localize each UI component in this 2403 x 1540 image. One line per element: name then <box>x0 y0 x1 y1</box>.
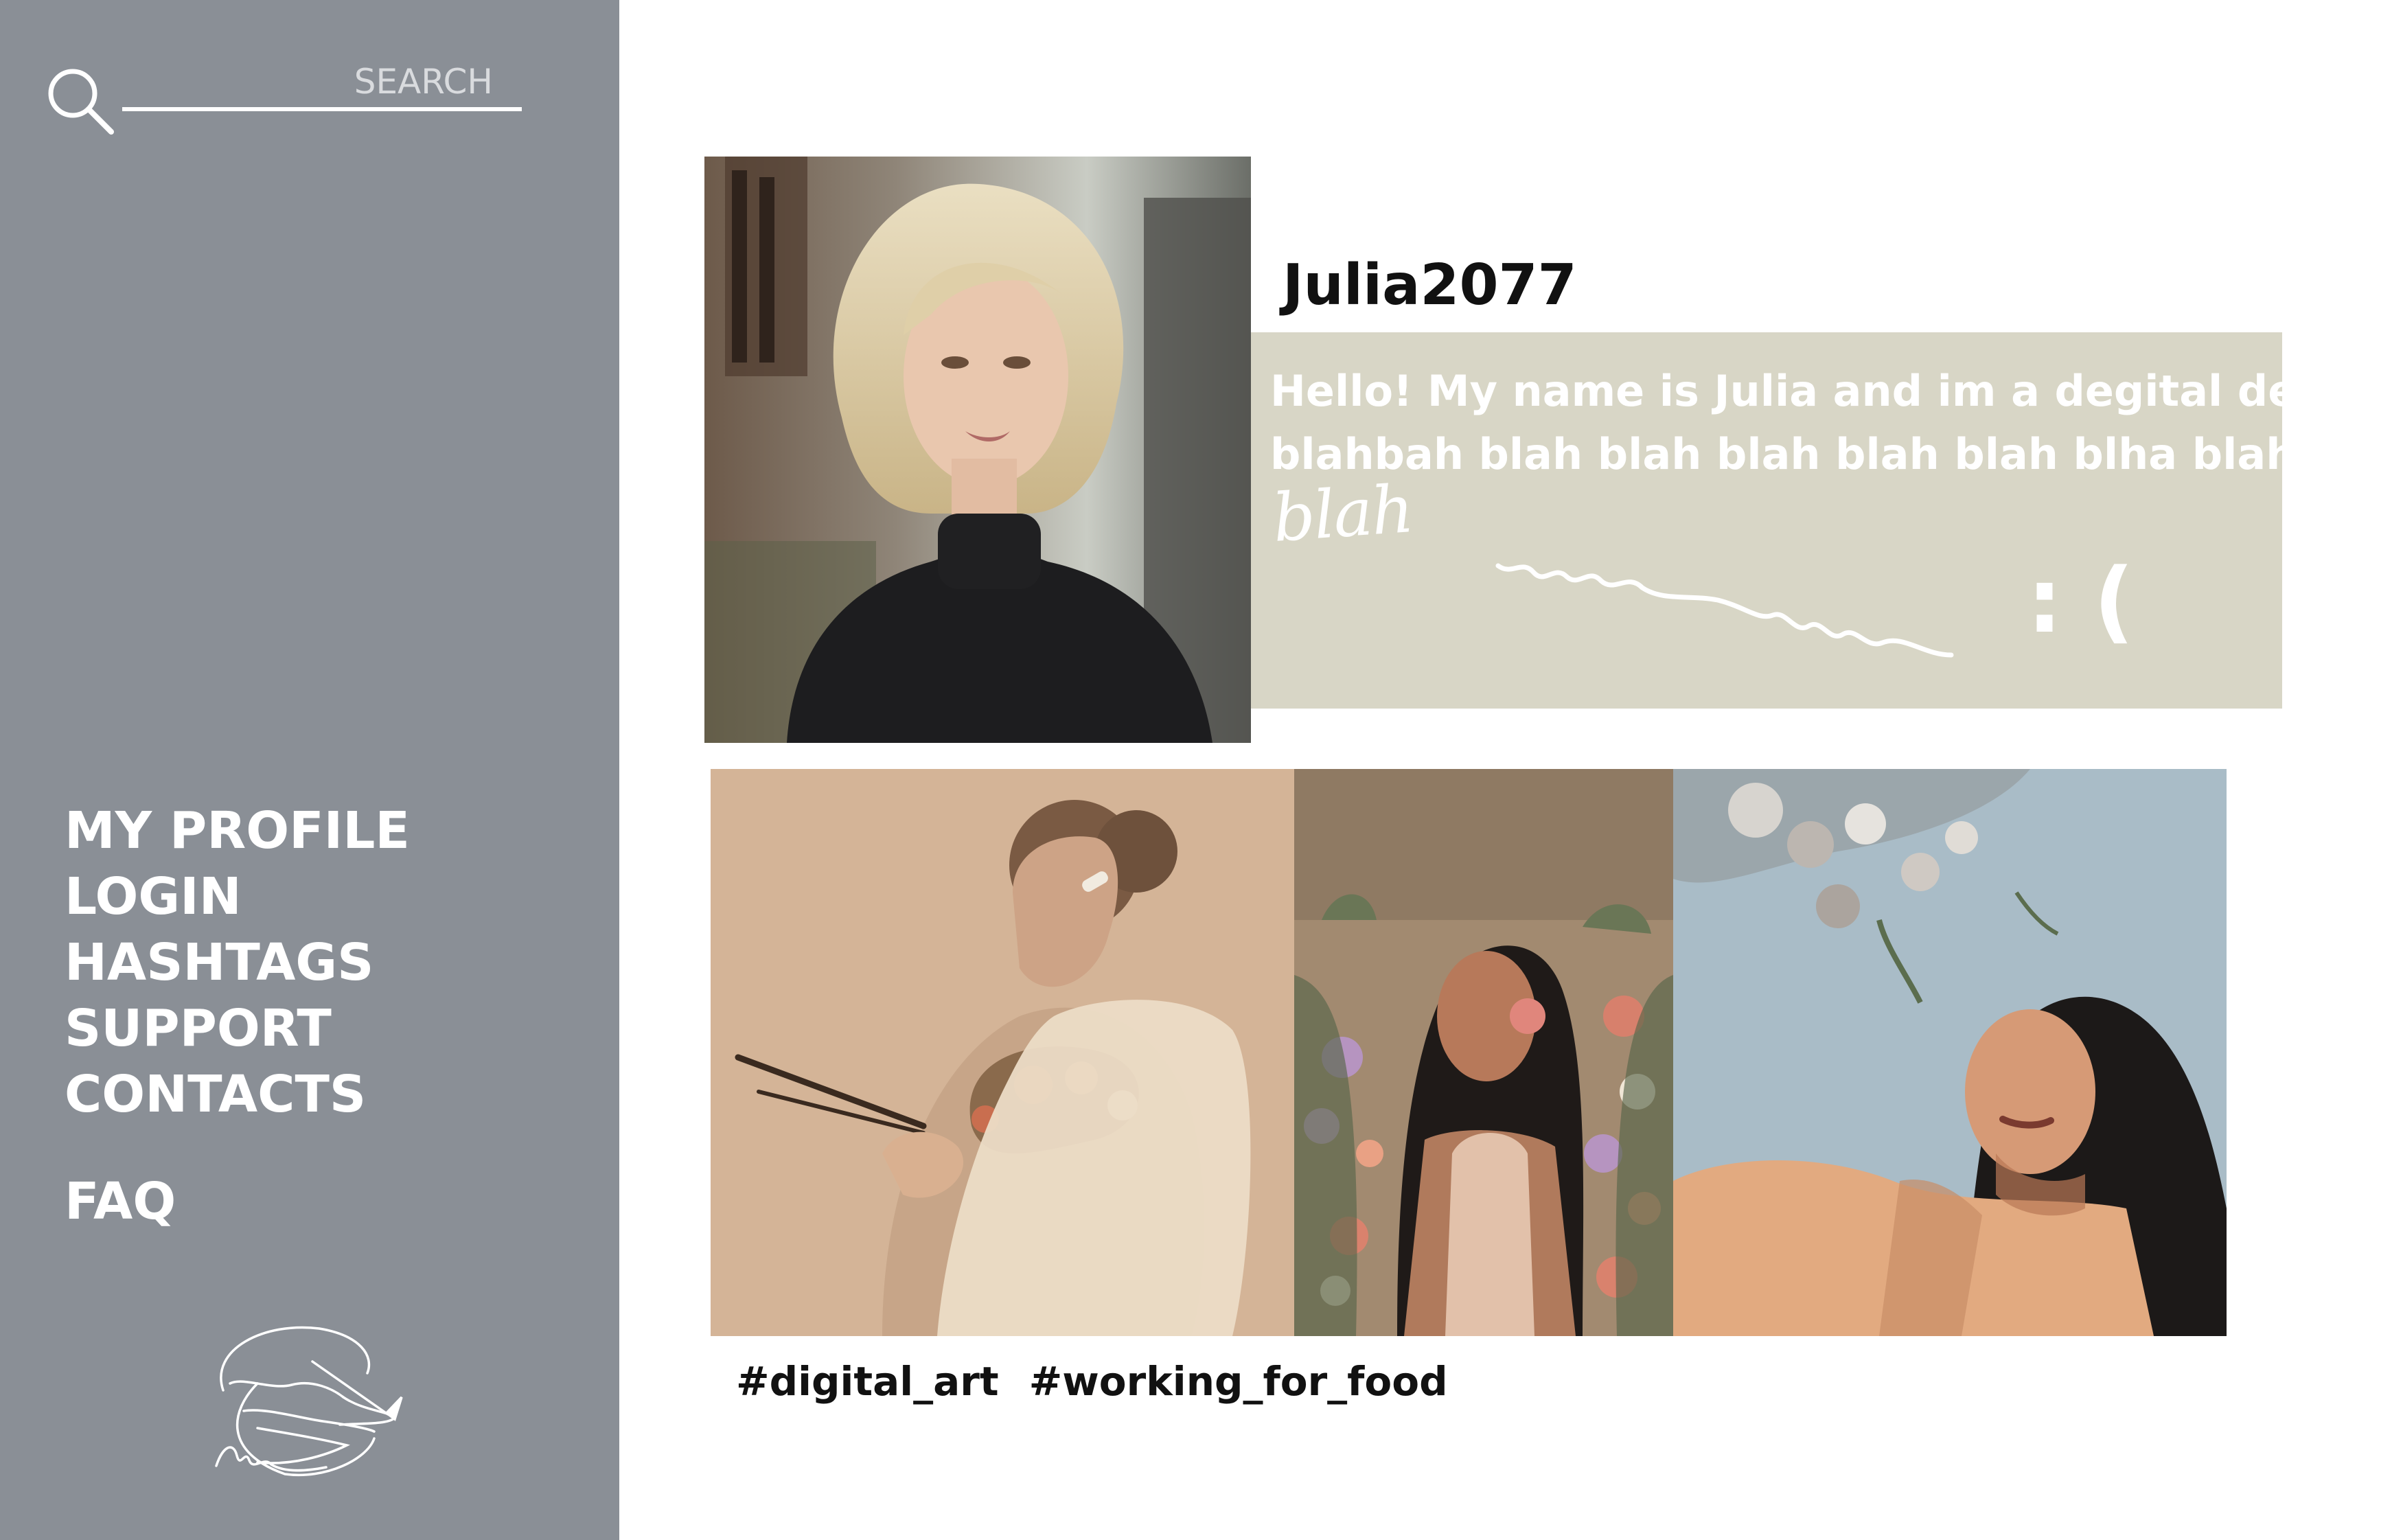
hashtag-link[interactable]: #working_for_food <box>1029 1358 1448 1405</box>
hashtag-list: #digital_art #working_for_food <box>736 1358 1478 1405</box>
artwork-gallery <box>711 769 2227 1336</box>
nav-item-faq[interactable]: FAQ <box>65 1169 176 1234</box>
nav-item-support[interactable]: SUPPORT <box>65 996 410 1061</box>
main-nav: MY PROFILE LOGIN HASHTAGS SUPPORT CONTAC… <box>65 798 410 1127</box>
sidebar: MY PROFILE LOGIN HASHTAGS SUPPORT CONTAC… <box>0 0 619 1540</box>
hashtag-link[interactable]: #digital_art <box>736 1358 999 1405</box>
profile-photo[interactable] <box>704 157 1251 743</box>
search-underline <box>122 107 522 111</box>
gallery-image-sunlit-woman[interactable] <box>1673 769 2227 1336</box>
nav-item-login[interactable]: LOGIN <box>65 864 410 930</box>
nav-item-contacts[interactable]: CONTACTS <box>65 1061 410 1127</box>
nav-item-hashtags[interactable]: HASHTAGS <box>65 930 410 996</box>
profile-username: Julia2077 <box>1283 253 1577 318</box>
sad-emoticon: : ( <box>2027 549 2135 653</box>
nav-item-my-profile[interactable]: MY PROFILE <box>65 798 410 864</box>
bio-box: Hello! My name is Julia and im a degital… <box>1251 332 2282 709</box>
search-input[interactable] <box>122 58 493 106</box>
gallery-image-flower-girl[interactable] <box>1294 769 1673 1336</box>
search-icon[interactable] <box>43 63 118 139</box>
brand-logo <box>215 1326 403 1476</box>
gallery-image-painter[interactable] <box>711 769 1294 1336</box>
